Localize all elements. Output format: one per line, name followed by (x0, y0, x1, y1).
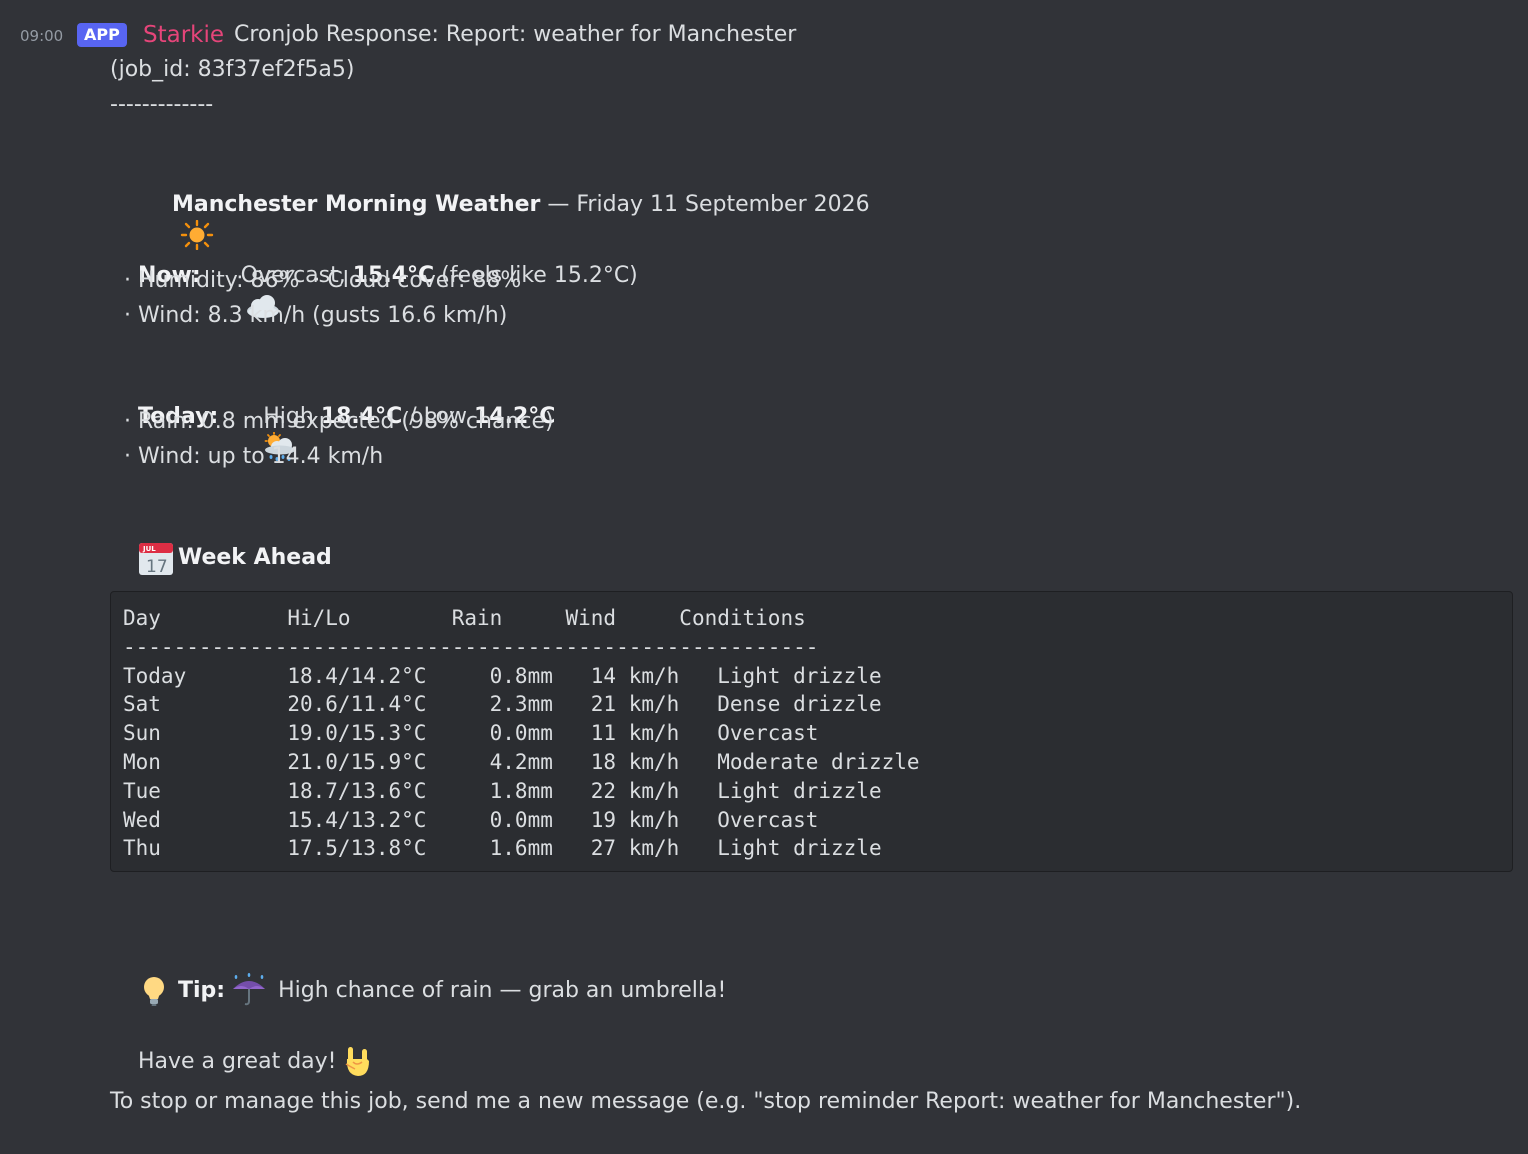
table-header: Day Hi/Lo Rain Wind Conditions (123, 606, 806, 630)
week-ahead-title: Week Ahead (177, 545, 332, 570)
separator-line: ------------- (110, 92, 214, 117)
today-wind-line: · Wind: up to 14.4 km/h (110, 444, 384, 469)
calendar-day: 17 (146, 557, 168, 575)
closing-text: Have a great day! (137, 1049, 344, 1074)
calendar-icon: JUL 17 (138, 543, 178, 575)
now-wind-line: · Wind: 8.3 km/h (gusts 16.6 km/h) (110, 303, 508, 328)
footer-instructions: To stop or manage this job, send me a ne… (110, 1089, 1302, 1114)
table-row: Today 18.4/14.2°C 0.8mm 14 km/h Light dr… (123, 663, 882, 688)
sun-icon (138, 190, 214, 251)
today-rain-line: · Rain: 0.8 mm expected (98% chance) (110, 409, 554, 434)
table-row: Sun 19.0/15.3°C 0.0mm 11 km/h Overcast (123, 721, 819, 746)
table-row: Mon 21.0/15.9°C 4.2mm 18 km/h Moderate d… (123, 749, 920, 774)
tip-label: Tip: (177, 978, 226, 1003)
chat-message: 09:00 APP Starkie Cronjob Response: Repo… (0, 0, 1528, 1154)
weather-date: — Friday 11 September 2026 (540, 192, 870, 217)
table-row: Thu 17.5/13.8°C 1.6mm 27 km/h Light driz… (123, 836, 882, 861)
calendar-month: JUL (142, 545, 156, 553)
weather-title-bold: Manchester Morning Weather (171, 192, 541, 217)
tip-text: High chance of rain — grab an umbrella! (271, 978, 727, 1003)
author-name[interactable]: Starkie (143, 20, 224, 50)
job-id-line: (job_id: 83f37ef2f5a5) (110, 57, 355, 82)
week-ahead-heading: JUL 17 Week Ahead (110, 513, 332, 603)
forecast-table: Day Hi/Lo Rain Wind Conditions ----------… (123, 604, 920, 863)
light-bulb-icon (138, 976, 178, 1006)
table-row: Tue 18.7/13.6°C 1.8mm 22 km/h Light driz… (123, 778, 882, 803)
table-row: Sat 20.6/11.4°C 2.3mm 21 km/h Dense driz… (123, 692, 882, 717)
app-badge: APP (77, 23, 127, 47)
sign-of-the-horns-icon (343, 1047, 373, 1077)
message-header-text: Cronjob Response: Report: weather for Ma… (234, 22, 797, 47)
message-timestamp[interactable]: 09:00 (20, 27, 63, 45)
forecast-code-block[interactable]: Day Hi/Lo Rain Wind Conditions ----------… (110, 591, 1513, 872)
umbrella-with-rain-icon (229, 973, 271, 1006)
now-humidity-line: · Humidity: 86% · Cloud cover: 88% (110, 268, 522, 293)
table-row: Wed 15.4/13.2°C 0.0mm 19 km/h Overcast (123, 807, 819, 832)
table-divider: ----------------------------------------… (123, 634, 819, 659)
